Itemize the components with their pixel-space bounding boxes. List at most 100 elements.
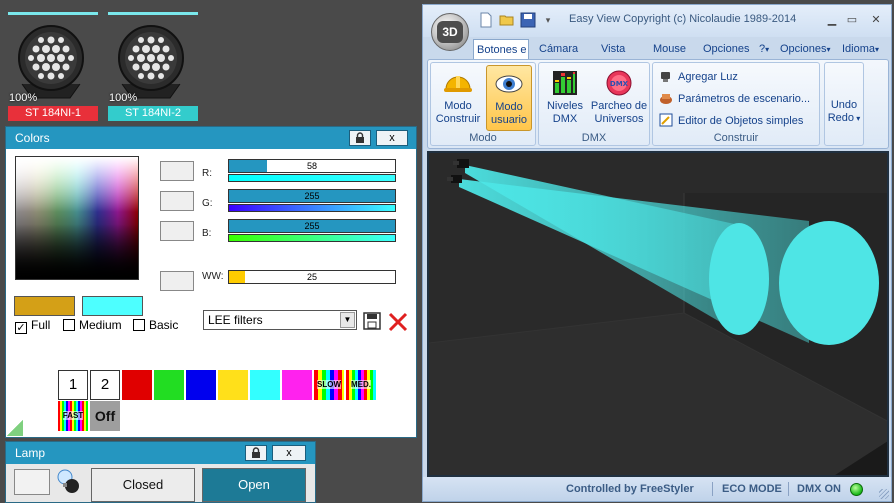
filter-select[interactable]: LEE filters ▼ (203, 310, 357, 330)
swatch-green[interactable] (154, 370, 184, 400)
channel-r-label: R: (202, 168, 212, 179)
dmx-levels-icon (553, 71, 577, 95)
modo-usuario-button[interactable]: Modo usuario (486, 65, 532, 131)
undo-label: Undo (830, 99, 858, 111)
status-divider (712, 482, 713, 496)
lamp-lock-button[interactable] (245, 445, 267, 461)
channel-ww-slider[interactable]: 25 (228, 270, 396, 284)
save-icon[interactable] (363, 312, 381, 330)
effect-med-button[interactable]: MED. (346, 370, 376, 400)
title-bar: ▾ Easy View Copyright (c) Nicolaudie 198… (423, 5, 891, 37)
channel-g-slider[interactable]: 255 (228, 189, 396, 203)
hard-hat-icon (444, 76, 472, 92)
option-full-label: Full (31, 318, 51, 332)
lamp-closed-button[interactable]: Closed (91, 468, 195, 502)
fixture-1[interactable]: 100% ST 184NI-1 (8, 10, 98, 122)
light-spot-2 (779, 221, 879, 345)
effect-fast-button[interactable]: FAST (58, 401, 88, 431)
undo-redo-button[interactable]: Undo Redo ▾ (826, 99, 862, 125)
preview-color-box[interactable] (82, 296, 143, 316)
channel-b-value: 255 (304, 221, 320, 231)
channel-b-button[interactable] (160, 221, 194, 241)
swatch-blue[interactable] (186, 370, 216, 400)
group-dmx: Niveles DMX DMX Parcheo de Universos DMX (538, 62, 650, 146)
ribbon: Modo Construir Modo usuario Modo Niveles… (427, 59, 889, 149)
swatch-cyan[interactable] (250, 370, 280, 400)
parametros-escenario-label: Parámetros de escenario... (678, 93, 811, 105)
channel-ww-button[interactable] (160, 271, 194, 291)
par-light-icon (18, 25, 84, 99)
option-medium[interactable]: Medium (63, 318, 122, 332)
tab-camara[interactable]: Cámara (539, 39, 578, 59)
off-button[interactable]: Off (90, 401, 120, 431)
agregar-luz-button[interactable]: Agregar Luz (659, 69, 738, 83)
lock-button[interactable] (349, 130, 371, 146)
group-modo: Modo Construir Modo usuario Modo (430, 62, 536, 146)
filter-select-value: LEE filters (208, 313, 263, 327)
tab-opciones[interactable]: Opciones (703, 39, 749, 59)
channel-g-button[interactable] (160, 191, 194, 211)
3d-viewport[interactable] (427, 151, 889, 477)
parametros-escenario-button[interactable]: Parámetros de escenario... (659, 91, 810, 105)
current-color-box[interactable] (14, 296, 75, 316)
channel-b-slider[interactable]: 255 (228, 219, 396, 233)
checkbox-icon (133, 319, 145, 331)
effect-fast-label: FAST (62, 411, 84, 420)
tab-botones[interactable]: Botones e (473, 39, 529, 59)
open-folder-icon[interactable] (499, 12, 515, 28)
swatch-red[interactable] (122, 370, 152, 400)
tab-opciones-menu[interactable]: Opciones▾ (780, 39, 831, 59)
minimize-button[interactable]: ▁ (823, 12, 841, 28)
lamp-close-button[interactable]: x (272, 445, 306, 461)
fixture-1-selection-bar (8, 12, 98, 15)
option-basic[interactable]: Basic (133, 318, 178, 332)
channel-r-button[interactable] (160, 161, 194, 181)
modo-usuario-label-2: usuario (490, 114, 528, 126)
option-full[interactable]: ✓ Full (15, 318, 50, 334)
tab-vista[interactable]: Vista (601, 39, 625, 59)
new-file-icon[interactable] (478, 12, 494, 28)
window-close-button[interactable]: ✕ (867, 12, 885, 28)
save-icon[interactable] (520, 12, 536, 28)
group-modo-label: Modo (469, 132, 497, 144)
niveles-dmx-button[interactable]: Niveles DMX (542, 65, 588, 131)
eye-icon (495, 75, 523, 93)
effect-slow-button[interactable]: SLOW (314, 370, 344, 400)
lamp-panel-title: Lamp (6, 442, 315, 464)
lamp-bulb-icon (57, 469, 79, 493)
tab-help[interactable]: ?▾ (759, 39, 769, 59)
status-bar: Controlled by FreeStyler ECO MODE DMX ON (423, 477, 891, 501)
channel-r-slider[interactable]: 58 (228, 159, 396, 173)
fixture-1-percent: 100% (9, 92, 38, 104)
tab-idioma[interactable]: Idioma▾ (842, 39, 879, 59)
status-dmx: DMX ON (797, 483, 841, 495)
quick-access-dropdown-icon[interactable]: ▾ (540, 12, 556, 28)
chevron-down-icon: ▼ (340, 312, 355, 328)
svg-text:DMX: DMX (610, 80, 629, 88)
status-controlled: Controlled by FreeStyler (566, 483, 694, 495)
preset-1-button[interactable]: 1 (58, 370, 88, 400)
modo-construir-button[interactable]: Modo Construir (434, 65, 482, 131)
maximize-button[interactable]: ▭ (843, 12, 861, 28)
swatch-yellow[interactable] (218, 370, 248, 400)
editor-objetos-label: Editor de Objetos simples (678, 115, 804, 127)
lamp-swatch-button[interactable] (14, 469, 50, 495)
fixture-2[interactable]: 100% ST 184NI-2 (108, 10, 198, 122)
close-button[interactable]: x (376, 130, 408, 146)
editor-objetos-button[interactable]: Editor de Objetos simples (659, 113, 803, 127)
ribbon-tabs: Botones e Cámara Vista Mouse Opciones ?▾… (423, 37, 891, 59)
parcheo-universos-button[interactable]: DMX Parcheo de Universos (589, 65, 649, 131)
color-picker[interactable] (15, 156, 139, 280)
preset-2-button[interactable]: 2 (90, 370, 120, 400)
checkbox-icon (63, 319, 75, 331)
lamp-open-button[interactable]: Open (202, 468, 306, 502)
window-title: Easy View Copyright (c) Nicolaudie 1989-… (569, 13, 797, 25)
app-menu-button[interactable]: 3D (431, 13, 469, 51)
resize-grip-icon[interactable] (879, 489, 889, 499)
modo-construir-label-1: Modo (444, 100, 472, 112)
modo-usuario-label-1: Modo (495, 101, 523, 113)
tab-mouse[interactable]: Mouse (653, 39, 686, 59)
delete-icon[interactable] (387, 311, 409, 333)
resize-handle-icon[interactable] (7, 420, 23, 436)
swatch-magenta[interactable] (282, 370, 312, 400)
